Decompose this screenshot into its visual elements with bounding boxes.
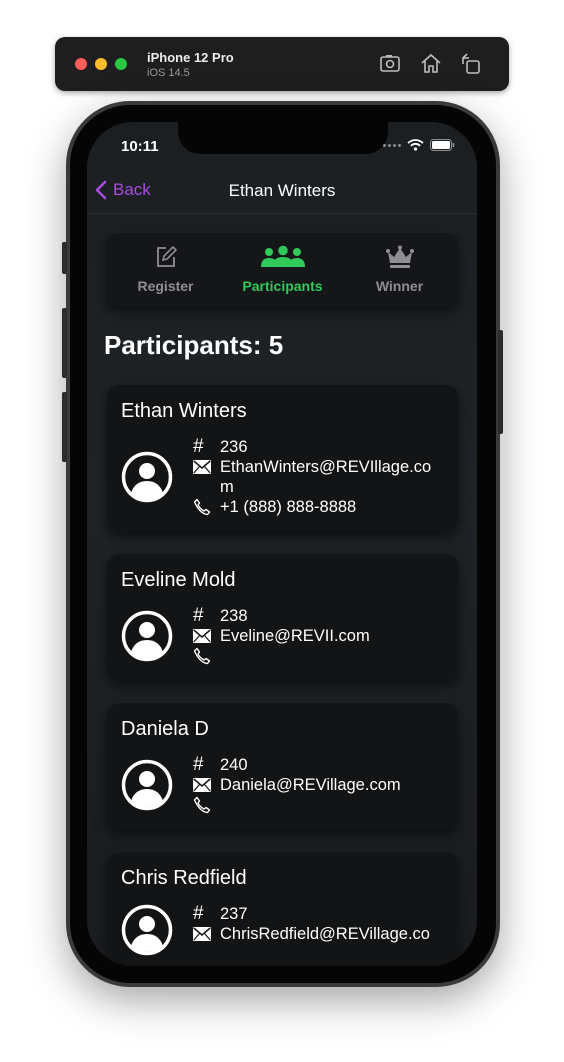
- participant-number: 236: [220, 438, 248, 456]
- rotate-icon[interactable]: [459, 52, 483, 76]
- participant-card[interactable]: Eveline Mold # 238 Eveline@REVII.com: [107, 553, 458, 680]
- person-avatar-icon: [121, 904, 173, 956]
- minimize-window-button[interactable]: [95, 58, 107, 70]
- cellular-signal-icon: [383, 143, 401, 147]
- close-window-button[interactable]: [75, 58, 87, 70]
- wifi-icon: [407, 139, 424, 151]
- envelope-icon: [193, 778, 211, 792]
- participant-card[interactable]: Chris Redfield # 237 ChrisRedfield@REVil…: [107, 851, 458, 966]
- tab-register[interactable]: Register: [107, 232, 224, 306]
- status-time: 10:11: [121, 138, 159, 155]
- number-icon: #: [193, 754, 204, 775]
- tab-participants[interactable]: Participants: [224, 232, 341, 306]
- notch: [178, 122, 388, 154]
- screenshot-icon[interactable]: [379, 52, 403, 76]
- simulator-toolbar: iPhone 12 Pro iOS 14.5: [55, 37, 509, 91]
- home-icon[interactable]: [419, 52, 443, 76]
- status-indicators: [383, 139, 455, 151]
- tab-winner[interactable]: Winner: [341, 232, 458, 306]
- phone-icon: [193, 647, 211, 665]
- group-icon: [260, 245, 305, 267]
- envelope-icon: [193, 460, 211, 474]
- segmented-tab-bar: Register Participants Winner: [107, 232, 458, 306]
- battery-icon: [430, 139, 455, 151]
- envelope-icon: [193, 927, 211, 941]
- simulator-device-name: iPhone 12 Pro: [147, 50, 234, 65]
- participant-number: 237: [220, 905, 248, 923]
- participant-name: Daniela D: [121, 718, 209, 740]
- person-avatar-icon: [121, 759, 173, 811]
- simulator-os-version: iOS 14.5: [147, 67, 190, 79]
- number-icon: #: [193, 436, 204, 457]
- nav-title: Ethan Winters: [228, 181, 336, 200]
- participant-card[interactable]: Daniela D # 240 Daniela@REVillage.com: [107, 702, 458, 829]
- navigation-bar: Back Ethan Winters: [87, 166, 477, 214]
- power-button: [498, 330, 503, 434]
- mute-switch: [62, 242, 67, 274]
- edit-icon: [156, 245, 177, 267]
- tab-winner-label: Winner: [375, 278, 424, 294]
- volume-up-button: [62, 308, 67, 378]
- phone-icon: [193, 498, 211, 516]
- participant-card[interactable]: Ethan Winters # 236 EthanWinters@REVIlla…: [107, 384, 458, 531]
- participant-number: 238: [220, 607, 248, 625]
- zoom-window-button[interactable]: [115, 58, 127, 70]
- participant-email: ChrisRedfield@REVillage.co: [220, 925, 430, 943]
- person-avatar-icon: [121, 610, 173, 662]
- participant-email: EthanWinters@REVIllage.com: [220, 458, 432, 496]
- envelope-icon: [193, 629, 211, 643]
- crown-icon: [385, 245, 414, 268]
- person-avatar-icon: [121, 451, 173, 503]
- phone-icon: [193, 796, 211, 814]
- participant-name: Ethan Winters: [121, 400, 247, 422]
- participant-name: Chris Redfield: [121, 867, 247, 889]
- participant-name: Eveline Mold: [121, 569, 236, 591]
- number-icon: #: [193, 903, 204, 924]
- participants-list: Ethan Winters # 236 EthanWinters@REVIlla…: [107, 384, 458, 966]
- participant-phone: +1 (888) 888-8888: [220, 498, 357, 516]
- participant-email: Daniela@REVillage.com: [220, 776, 401, 794]
- participant-number: 240: [220, 756, 248, 774]
- participants-count-heading: Participants: 5: [104, 330, 284, 360]
- number-icon: #: [193, 605, 204, 626]
- tab-register-label: Register: [137, 278, 194, 294]
- window-controls: [75, 58, 127, 70]
- volume-down-button: [62, 392, 67, 462]
- participant-email: Eveline@REVII.com: [220, 627, 370, 645]
- tab-participants-label: Participants: [242, 278, 323, 294]
- phone-screen: 10:11 Back Ethan Winters Register Partic…: [87, 122, 477, 966]
